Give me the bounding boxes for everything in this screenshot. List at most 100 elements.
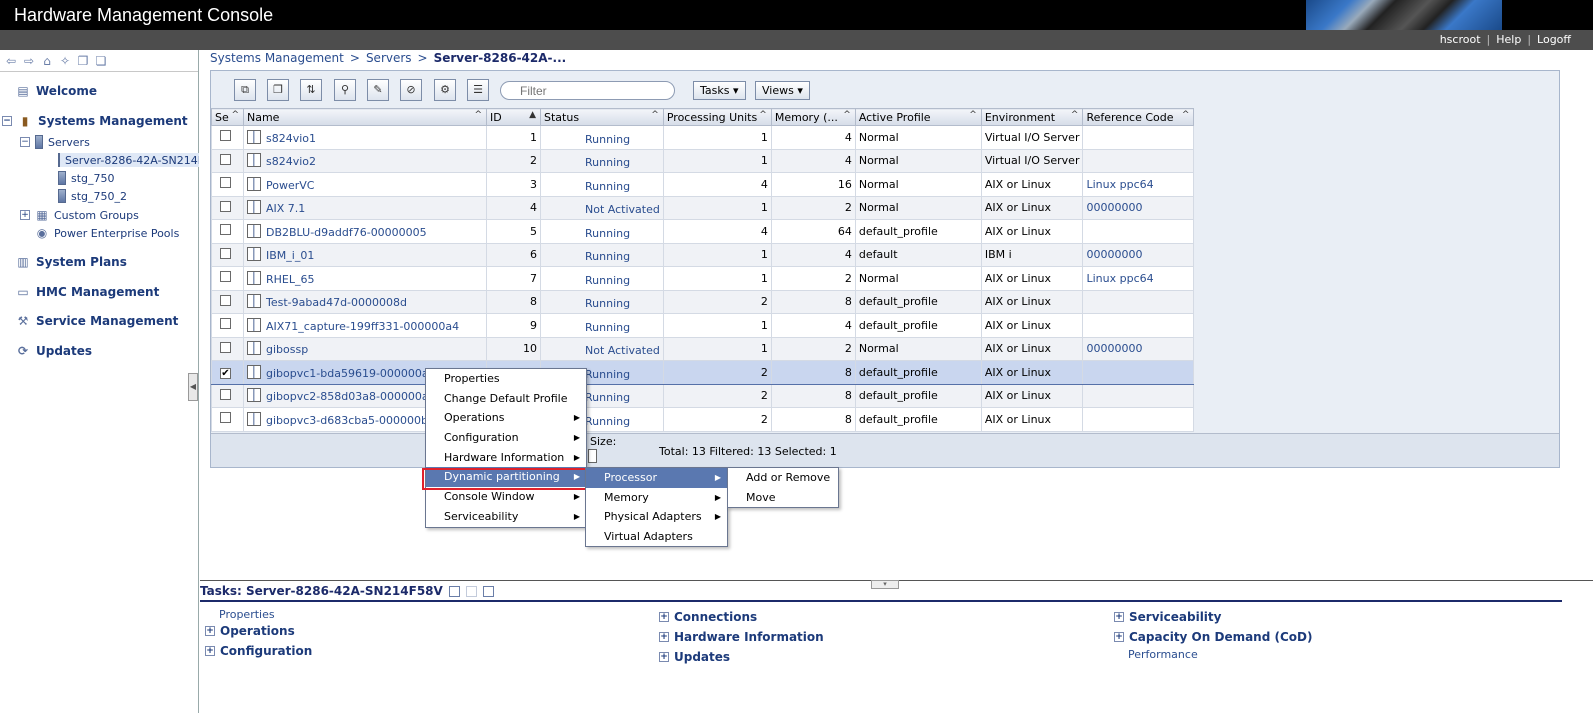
partition-status[interactable]: Not Activated bbox=[540, 336, 664, 361]
menu-item-add-or-remove[interactable]: Add or Remove bbox=[728, 468, 838, 488]
partition-name[interactable]: AIX71_capture-199ff331-000000a4 bbox=[266, 320, 459, 333]
task-updates[interactable]: + Updates bbox=[659, 650, 730, 664]
nav-stg-750[interactable]: stg_750 bbox=[58, 171, 115, 185]
partition-name[interactable]: s824vio2 bbox=[266, 155, 316, 168]
nav-server-main[interactable]: Server-8286-42A-SN214F bbox=[58, 153, 199, 167]
col-status[interactable]: Status ^ bbox=[540, 108, 664, 126]
menu-item-move[interactable]: Move bbox=[728, 488, 838, 508]
collapse-icon[interactable]: − bbox=[2, 116, 12, 126]
table-row[interactable]: ✔gibopvc1-bda59619-000000a7»Running28def… bbox=[211, 360, 1195, 385]
partition-name-cell[interactable]: DB2BLU-d9addf76-00000005 bbox=[243, 219, 487, 244]
menu-item-virtual-adapters[interactable]: Virtual Adapters bbox=[586, 527, 727, 547]
nav-hmc-management[interactable]: ▭ HMC Management bbox=[16, 285, 159, 299]
partition-name-cell[interactable]: s824vio1 bbox=[243, 125, 487, 150]
username-link[interactable]: hscroot bbox=[1440, 33, 1481, 46]
task-operations[interactable]: + Operations bbox=[205, 624, 295, 638]
partition-name[interactable]: gibopvc3-d683cba5-000000b5 bbox=[266, 414, 435, 427]
task-connections[interactable]: + Connections bbox=[659, 610, 757, 624]
expand-icon[interactable]: + bbox=[1114, 632, 1124, 642]
row-checkbox[interactable] bbox=[220, 224, 231, 236]
new-window-icon[interactable] bbox=[465, 585, 477, 597]
select-all-icon[interactable]: ⧉ bbox=[234, 79, 256, 101]
expand-icon[interactable]: + bbox=[659, 632, 669, 642]
reference-code[interactable] bbox=[1082, 289, 1195, 314]
deselect-all-icon[interactable]: ❐ bbox=[267, 79, 289, 101]
reference-code[interactable]: Linux ppc64 bbox=[1082, 266, 1195, 291]
partition-name[interactable]: AIX 7.1 bbox=[266, 202, 305, 215]
clear-filters-icon[interactable]: ⚲ bbox=[334, 79, 356, 101]
partition-name-cell[interactable]: Test-9abad47d-0000008d bbox=[243, 289, 487, 314]
new-window-icon[interactable]: ❏ bbox=[94, 54, 108, 68]
row-checkbox[interactable] bbox=[220, 271, 231, 283]
row-checkbox[interactable] bbox=[220, 200, 231, 212]
forward-icon[interactable]: ⇨ bbox=[22, 54, 36, 68]
show-filter-row-icon[interactable]: ⇅ bbox=[300, 79, 322, 101]
col-name[interactable]: Name ^ bbox=[243, 108, 487, 126]
expand-icon[interactable]: + bbox=[659, 652, 669, 662]
edit-sort-icon[interactable]: ✎ bbox=[367, 79, 389, 101]
home-icon[interactable]: ⌂ bbox=[40, 54, 54, 68]
menu-item-physical-adapters[interactable]: Physical Adapters ▶ bbox=[586, 507, 727, 527]
nav-servers[interactable]: − Servers bbox=[20, 135, 90, 149]
partition-status[interactable]: Not Activated bbox=[540, 195, 664, 220]
menu-item-configuration[interactable]: Configuration ▶ bbox=[426, 428, 586, 448]
tasks-dropdown[interactable]: Tasks ▾ bbox=[693, 81, 746, 100]
partition-status[interactable]: Running bbox=[540, 172, 664, 197]
partition-name-cell[interactable]: AIX 7.1 bbox=[243, 195, 487, 220]
reference-code[interactable] bbox=[1082, 219, 1195, 244]
reference-code[interactable] bbox=[1082, 148, 1195, 173]
task-performance[interactable]: Performance bbox=[1128, 648, 1198, 661]
partition-name[interactable]: s824vio1 bbox=[266, 132, 316, 145]
nav-stg-750-2[interactable]: stg_750_2 bbox=[58, 189, 127, 203]
reference-code[interactable] bbox=[1082, 125, 1195, 150]
row-checkbox[interactable] bbox=[220, 177, 231, 189]
task-serviceability[interactable]: + Serviceability bbox=[1114, 610, 1221, 624]
col-reference-code[interactable]: Reference Code ^ bbox=[1082, 108, 1195, 126]
row-checkbox[interactable] bbox=[220, 341, 231, 353]
partition-name-cell[interactable]: PowerVC bbox=[243, 172, 487, 197]
reference-code[interactable]: 00000000 bbox=[1082, 242, 1195, 267]
menu-item-hardware-information[interactable]: Hardware Information ▶ bbox=[426, 448, 586, 468]
nav-power-pools[interactable]: ◉ Power Enterprise Pools bbox=[35, 226, 180, 240]
menu-item-memory[interactable]: Memory ▶ bbox=[586, 488, 727, 508]
partition-status[interactable]: Running bbox=[540, 148, 664, 173]
task-hardware-information[interactable]: + Hardware Information bbox=[659, 630, 824, 644]
col-processing-units[interactable]: Processing Units ^ bbox=[662, 108, 772, 126]
window-icon[interactable]: ❐ bbox=[76, 54, 90, 68]
expand-icon[interactable]: + bbox=[20, 210, 30, 220]
reference-code[interactable]: Linux ppc64 bbox=[1082, 172, 1195, 197]
logoff-link[interactable]: Logoff bbox=[1537, 33, 1571, 46]
partition-name[interactable]: PowerVC bbox=[266, 179, 314, 192]
reference-code[interactable]: 00000000 bbox=[1082, 195, 1195, 220]
nav-welcome[interactable]: ▤ Welcome bbox=[16, 84, 97, 98]
partition-name[interactable]: gibopvc1-bda59619-000000a7 bbox=[266, 367, 436, 380]
views-dropdown[interactable]: Views ▾ bbox=[755, 81, 810, 100]
col-memory[interactable]: Memory (... ^ bbox=[770, 108, 856, 126]
list-view-icon[interactable] bbox=[482, 585, 494, 597]
favorite-icon[interactable]: ✧ bbox=[58, 54, 72, 68]
partition-name[interactable]: RHEL_65 bbox=[266, 273, 315, 286]
page-size-input[interactable] bbox=[588, 449, 597, 463]
breadcrumb-systems-management[interactable]: Systems Management bbox=[210, 51, 344, 65]
menu-item-properties[interactable]: Properties bbox=[426, 369, 586, 389]
table-row[interactable]: RHEL_65 7 Running 1 2 Normal AIX or Linux Linux… bbox=[211, 266, 1195, 291]
col-select[interactable]: Se ^ bbox=[211, 108, 244, 126]
partition-status[interactable]: Running bbox=[540, 289, 664, 314]
table-row[interactable]: s824vio2 2 Running 1 4 Normal Virtual I/O Serv… bbox=[211, 148, 1195, 173]
configure-columns-icon[interactable]: ⚙ bbox=[434, 79, 456, 101]
reference-code[interactable]: 00000000 bbox=[1082, 336, 1195, 361]
back-icon[interactable]: ⇦ bbox=[4, 54, 18, 68]
task-capacity-on-demand[interactable]: + Capacity On Demand (CoD) bbox=[1114, 630, 1312, 644]
reference-code[interactable] bbox=[1082, 360, 1195, 385]
partition-name[interactable]: gibopvc2-858d03a8-000000ab bbox=[266, 390, 436, 403]
col-environment[interactable]: Environment ^ bbox=[980, 108, 1084, 126]
nav-collapse-handle[interactable]: ◀ bbox=[188, 373, 198, 401]
table-row[interactable]: IBM_i_01 6 Running 1 4 default IBM i 00000000 bbox=[211, 242, 1195, 267]
partition-status[interactable]: Running bbox=[540, 313, 664, 338]
table-row[interactable]: s824vio1 1 Running 1 4 Normal Virtual I/O Serv… bbox=[211, 125, 1195, 150]
row-checkbox[interactable] bbox=[220, 153, 231, 165]
partition-status[interactable]: Running bbox=[540, 266, 664, 291]
nav-system-plans[interactable]: ▥ System Plans bbox=[16, 255, 127, 269]
partition-name[interactable]: gibossp bbox=[266, 343, 308, 356]
partition-name-cell[interactable]: AIX71_capture-199ff331-000000a4 bbox=[243, 313, 487, 338]
